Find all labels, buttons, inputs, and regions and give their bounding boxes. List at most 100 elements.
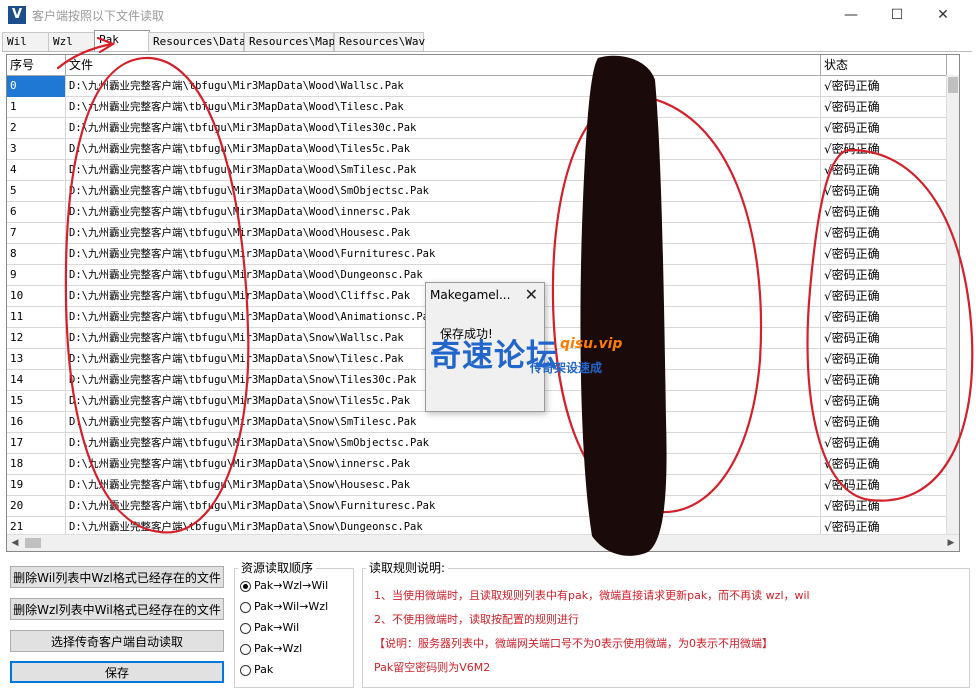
table-row[interactable]: 16 D:\九州霸业完整客户端\tbfugu\Mir3MapData\Snow\S… (7, 412, 947, 433)
row-status[interactable]: √密码正确 (821, 244, 947, 265)
row-index[interactable]: 20 (7, 496, 66, 517)
minimize-button[interactable]: — (828, 0, 874, 30)
row-index[interactable]: 0 (7, 76, 66, 97)
tab-wil[interactable]: Wil (2, 32, 50, 51)
table-row[interactable]: 7 D:\九州霸业完整客户端\tbfugu\Mir3MapData\Wood\Ho… (7, 223, 947, 244)
delete-wil-duplicates-button[interactable]: 删除Wil列表中Wzl格式已经存在的文件 (10, 566, 224, 588)
radio-icon[interactable] (240, 664, 251, 676)
row-file[interactable]: D:\九州霸业完整客户端\tbfugu\Mir3MapData\Snow\Hou… (66, 475, 821, 496)
table-row[interactable]: 19 D:\九州霸业完整客户端\tbfugu\Mir3MapData\Snow\H… (7, 475, 947, 496)
row-status[interactable]: √密码正确 (821, 454, 947, 475)
vertical-scroll-thumb[interactable] (948, 77, 958, 93)
tab-wzl[interactable]: Wzl (48, 32, 96, 51)
row-index[interactable]: 9 (7, 265, 66, 286)
row-index[interactable]: 7 (7, 223, 66, 244)
row-index[interactable]: 6 (7, 202, 66, 223)
row-status[interactable]: √密码正确 (821, 181, 947, 202)
row-status[interactable]: √密码正确 (821, 433, 947, 454)
radio-pak-wil[interactable]: Pak→Wil (240, 619, 299, 637)
radio-icon[interactable] (240, 643, 251, 655)
radio-pak[interactable]: Pak (240, 661, 273, 679)
row-status[interactable]: √密码正确 (821, 370, 947, 391)
row-status[interactable]: √密码正确 (821, 202, 947, 223)
row-status[interactable]: √密码正确 (821, 496, 947, 517)
auto-read-client-button[interactable]: 选择传奇客户端自动读取 (10, 630, 224, 652)
row-index[interactable]: 8 (7, 244, 66, 265)
row-index[interactable]: 13 (7, 349, 66, 370)
row-status[interactable]: √密码正确 (821, 391, 947, 412)
row-index[interactable]: 11 (7, 307, 66, 328)
row-status[interactable]: √密码正确 (821, 475, 947, 496)
row-status[interactable]: √密码正确 (821, 265, 947, 286)
table-row[interactable]: 8 D:\九州霸业完整客户端\tbfugu\Mir3MapData\Wood\Fu… (7, 244, 947, 265)
row-index[interactable]: 2 (7, 118, 66, 139)
radio-pak-wil-wzl[interactable]: Pak→Wil→Wzl (240, 598, 328, 616)
table-row[interactable]: 4 D:\九州霸业完整客户端\tbfugu\Mir3MapData\Wood\Sm… (7, 160, 947, 181)
table-row[interactable]: 3 D:\九州霸业完整客户端\tbfugu\Mir3MapData\Wood\Ti… (7, 139, 947, 160)
row-index[interactable]: 19 (7, 475, 66, 496)
row-status[interactable]: √密码正确 (821, 286, 947, 307)
row-status[interactable]: √密码正确 (821, 328, 947, 349)
row-file[interactable]: D:\九州霸业完整客户端\tbfugu\Mir3MapData\Wood\Wal… (66, 76, 821, 97)
radio-checked-icon[interactable] (240, 580, 251, 592)
row-status[interactable]: √密码正确 (821, 76, 947, 97)
table-row[interactable]: 1 D:\九州霸业完整客户端\tbfugu\Mir3MapData\Wood\Ti… (7, 97, 947, 118)
radio-icon[interactable] (240, 622, 251, 634)
table-row[interactable]: 0 D:\九州霸业完整客户端\tbfugu\Mir3MapData\Wood\Wa… (7, 76, 947, 97)
row-status[interactable]: √密码正确 (821, 139, 947, 160)
horizontal-scrollbar[interactable]: ◀ ▶ (7, 534, 959, 551)
horizontal-scroll-thumb[interactable] (25, 538, 41, 548)
row-index[interactable]: 16 (7, 412, 66, 433)
row-status[interactable]: √密码正确 (821, 307, 947, 328)
scroll-left-icon[interactable]: ◀ (7, 535, 23, 551)
row-index[interactable]: 1 (7, 97, 66, 118)
row-file[interactable]: D:\九州霸业完整客户端\tbfugu\Mir3MapData\Wood\SmT… (66, 160, 821, 181)
row-status[interactable]: √密码正确 (821, 223, 947, 244)
scroll-right-icon[interactable]: ▶ (943, 535, 959, 551)
row-index[interactable]: 15 (7, 391, 66, 412)
row-file[interactable]: D:\九州霸业完整客户端\tbfugu\Mir3MapData\Wood\Til… (66, 97, 821, 118)
row-index[interactable]: 10 (7, 286, 66, 307)
maximize-button[interactable]: ☐ (874, 0, 920, 30)
row-status[interactable]: √密码正确 (821, 160, 947, 181)
radio-pak-wzl[interactable]: Pak→Wzl (240, 640, 302, 658)
row-index[interactable]: 18 (7, 454, 66, 475)
row-file[interactable]: D:\九州霸业完整客户端\tbfugu\Mir3MapData\Wood\Hou… (66, 223, 821, 244)
table-row[interactable]: 5 D:\九州霸业完整客户端\tbfugu\Mir3MapData\Wood\Sm… (7, 181, 947, 202)
table-row[interactable]: 18 D:\九州霸业完整客户端\tbfugu\Mir3MapData\Snow\i… (7, 454, 947, 475)
row-file[interactable]: D:\九州霸业完整客户端\tbfugu\Mir3MapData\Wood\SmO… (66, 181, 821, 202)
row-status[interactable]: √密码正确 (821, 118, 947, 139)
header-file[interactable]: 文件 (66, 55, 821, 75)
row-file[interactable]: D:\九州霸业完整客户端\tbfugu\Mir3MapData\Snow\SmT… (66, 412, 821, 433)
row-status[interactable]: √密码正确 (821, 97, 947, 118)
radio-pak-wzl-wil[interactable]: Pak→Wzl→Wil (240, 577, 328, 595)
vertical-scrollbar[interactable] (946, 75, 959, 535)
tab-pak[interactable]: Pak (94, 30, 150, 52)
row-status[interactable]: √密码正确 (821, 412, 947, 433)
row-file[interactable]: D:\九州霸业完整客户端\tbfugu\Mir3MapData\Wood\Fur… (66, 244, 821, 265)
row-file[interactable]: D:\九州霸业完整客户端\tbfugu\Mir3MapData\Wood\inn… (66, 202, 821, 223)
table-row[interactable]: 2 D:\九州霸业完整客户端\tbfugu\Mir3MapData\Wood\Ti… (7, 118, 947, 139)
row-file[interactable]: D:\九州霸业完整客户端\tbfugu\Mir3MapData\Wood\Til… (66, 139, 821, 160)
table-row[interactable]: 6 D:\九州霸业完整客户端\tbfugu\Mir3MapData\Wood\in… (7, 202, 947, 223)
close-button[interactable]: ✕ (920, 0, 966, 30)
table-row[interactable]: 20 D:\九州霸业完整客户端\tbfugu\Mir3MapData\Snow\F… (7, 496, 947, 517)
tab-resources-map[interactable]: Resources\Map (244, 32, 335, 51)
tab-resources-data[interactable]: Resources\Data (148, 32, 246, 51)
row-index[interactable]: 4 (7, 160, 66, 181)
row-file[interactable]: D:\九州霸业完整客户端\tbfugu\Mir3MapData\Snow\Fur… (66, 496, 821, 517)
row-index[interactable]: 3 (7, 139, 66, 160)
table-row[interactable]: 17 D:\九州霸业完整客户端\tbfugu\Mir3MapData\Snow\S… (7, 433, 947, 454)
row-index[interactable]: 14 (7, 370, 66, 391)
row-index[interactable]: 5 (7, 181, 66, 202)
row-status[interactable]: √密码正确 (821, 349, 947, 370)
row-file[interactable]: D:\九州霸业完整客户端\tbfugu\Mir3MapData\Wood\Til… (66, 118, 821, 139)
row-index[interactable]: 12 (7, 328, 66, 349)
radio-icon[interactable] (240, 601, 251, 613)
header-status[interactable]: 状态 (821, 55, 947, 75)
save-button[interactable]: 保存 (10, 661, 224, 683)
row-file[interactable]: D:\九州霸业完整客户端\tbfugu\Mir3MapData\Snow\inn… (66, 454, 821, 475)
row-index[interactable]: 17 (7, 433, 66, 454)
row-file[interactable]: D:\九州霸业完整客户端\tbfugu\Mir3MapData\Snow\SmO… (66, 433, 821, 454)
dialog-close-icon[interactable]: ✕ (525, 285, 538, 304)
